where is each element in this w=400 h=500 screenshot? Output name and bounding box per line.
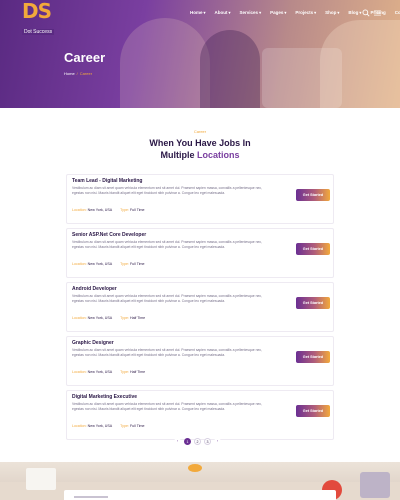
search-icon[interactable] bbox=[362, 9, 370, 17]
nav-item-label: Pages bbox=[270, 10, 284, 15]
pagination-page-1[interactable]: 1 bbox=[184, 438, 191, 445]
get-started-button[interactable]: Get Started bbox=[296, 297, 330, 309]
location-label: Location: bbox=[72, 208, 87, 212]
location-label: Location: bbox=[72, 316, 87, 320]
chevron-down-icon: ▾ bbox=[203, 10, 206, 15]
nav-item-label: Contact bbox=[394, 10, 400, 15]
footer-image-band bbox=[0, 462, 400, 500]
section-heading: When You Have Jobs In Multiple Locations bbox=[0, 137, 400, 161]
nav-item-label: Home bbox=[190, 10, 203, 15]
nav-item-label: Services bbox=[239, 10, 259, 15]
job-type: Half Time bbox=[129, 316, 146, 320]
job-card: Team Lead - Digital Marketing Vestibulum … bbox=[66, 174, 334, 224]
site-logo[interactable]: DS Dot Success bbox=[22, 0, 60, 35]
nav-item-label: Shop bbox=[325, 10, 337, 15]
nav-item-label: Projects bbox=[295, 10, 314, 15]
job-card: Senior ASP.Net Core Developer Vestibulum … bbox=[66, 228, 334, 278]
pagination-page-2[interactable]: 2 bbox=[194, 438, 201, 445]
job-title[interactable]: Senior ASP.Net Core Developer bbox=[72, 232, 146, 238]
hero-photo-person bbox=[120, 18, 210, 108]
job-meta: Location: New York, USA Type: Half Time bbox=[72, 370, 145, 374]
job-card: Graphic Designer Vestibulum ac diam sit a… bbox=[66, 336, 334, 386]
job-location: New York, USA bbox=[87, 424, 113, 428]
section-heading-accent: Locations bbox=[196, 150, 240, 160]
get-started-button[interactable]: Get Started bbox=[296, 405, 330, 417]
pagination-prev-icon[interactable]: ‹ bbox=[174, 438, 181, 445]
nav-item-contact[interactable]: Contact bbox=[395, 10, 400, 15]
job-location: New York, USA bbox=[87, 316, 113, 320]
pagination: ‹ 1 2 3 › bbox=[174, 438, 221, 445]
logo-tagline: Dot Success bbox=[22, 29, 55, 35]
nav-item-shop[interactable]: Shop▾ bbox=[325, 10, 339, 15]
job-title[interactable]: Digital Marketing Executive bbox=[72, 394, 137, 400]
get-started-button[interactable]: Get Started bbox=[296, 189, 330, 201]
get-started-button[interactable]: Get Started bbox=[296, 351, 330, 363]
get-started-button[interactable]: Get Started bbox=[296, 243, 330, 255]
job-title[interactable]: Graphic Designer bbox=[72, 340, 114, 346]
pagination-page-3[interactable]: 3 bbox=[204, 438, 211, 445]
job-type: Full Time bbox=[129, 208, 145, 212]
job-meta: Location: New York, USA Type: Full Time bbox=[72, 424, 145, 428]
job-description: Vestibulum ac diam sit amet quam vehicul… bbox=[72, 348, 262, 357]
hamburger-menu-icon[interactable] bbox=[374, 10, 381, 16]
job-type: Full Time bbox=[129, 424, 145, 428]
decor-item bbox=[188, 464, 202, 472]
page-title: Career bbox=[64, 50, 106, 65]
decor-item bbox=[360, 472, 390, 498]
job-card: Digital Marketing Executive Vestibulum ac… bbox=[66, 390, 334, 440]
job-title[interactable]: Android Developer bbox=[72, 286, 117, 292]
section-heading-line1: When You Have Jobs In bbox=[149, 138, 251, 148]
nav-item-pages[interactable]: Pages▾ bbox=[270, 10, 286, 15]
nav-item-about[interactable]: About▾ bbox=[215, 10, 231, 15]
hero-photo-person bbox=[320, 20, 400, 108]
contact-card bbox=[64, 490, 336, 500]
type-label: Type: bbox=[120, 262, 129, 266]
nav-item-label: About bbox=[214, 10, 228, 15]
card-text-line bbox=[74, 496, 108, 498]
page-hero: DS Dot Success Home▾ About▾ Services▾ Pages… bbox=[0, 0, 400, 108]
job-meta: Location: New York, USA Type: Full Time bbox=[72, 262, 145, 266]
nav-item-home[interactable]: Home▾ bbox=[190, 10, 206, 15]
chevron-down-icon: ▾ bbox=[228, 10, 231, 15]
section-eyebrow: Career bbox=[193, 129, 207, 134]
job-type: Full Time bbox=[129, 262, 145, 266]
job-card: Android Developer Vestibulum ac diam sit … bbox=[66, 282, 334, 332]
type-label: Type: bbox=[120, 424, 129, 428]
job-title[interactable]: Team Lead - Digital Marketing bbox=[72, 178, 142, 184]
job-description: Vestibulum ac diam sit amet quam vehicul… bbox=[72, 294, 262, 303]
chevron-down-icon: ▾ bbox=[337, 10, 340, 15]
nav-item-blog[interactable]: Blog▾ bbox=[348, 10, 361, 15]
breadcrumb-separator: / bbox=[76, 71, 78, 76]
location-label: Location: bbox=[72, 424, 87, 428]
type-label: Type: bbox=[120, 370, 129, 374]
pagination-next-icon[interactable]: › bbox=[214, 438, 221, 445]
type-label: Type: bbox=[120, 316, 129, 320]
location-label: Location: bbox=[72, 370, 87, 374]
nav-item-label: Blog bbox=[348, 10, 359, 15]
breadcrumb-current: Career bbox=[79, 71, 93, 76]
breadcrumb: Home / Career bbox=[64, 71, 92, 76]
job-location: New York, USA bbox=[87, 208, 113, 212]
type-label: Type: bbox=[120, 208, 129, 212]
job-meta: Location: New York, USA Type: Half Time bbox=[72, 316, 145, 320]
job-type: Half Time bbox=[129, 370, 146, 374]
job-description: Vestibulum ac diam sit amet quam vehicul… bbox=[72, 186, 262, 195]
breadcrumb-home-link[interactable]: Home bbox=[64, 71, 75, 76]
job-description: Vestibulum ac diam sit amet quam vehicul… bbox=[72, 240, 262, 249]
chevron-down-icon: ▾ bbox=[259, 10, 262, 15]
job-location: New York, USA bbox=[87, 370, 113, 374]
job-location: New York, USA bbox=[87, 262, 113, 266]
job-meta: Location: New York, USA Type: Full Time bbox=[72, 208, 145, 212]
hero-photo-person bbox=[200, 30, 260, 108]
nav-item-projects[interactable]: Projects▾ bbox=[295, 10, 316, 15]
section-heading-line2: Multiple bbox=[160, 150, 197, 160]
logo-mark: DS bbox=[22, 0, 52, 23]
chevron-down-icon: ▾ bbox=[284, 10, 287, 15]
chevron-down-icon: ▾ bbox=[314, 10, 317, 15]
nav-item-services[interactable]: Services▾ bbox=[240, 10, 262, 15]
job-description: Vestibulum ac diam sit amet quam vehicul… bbox=[72, 402, 262, 411]
location-label: Location: bbox=[72, 262, 87, 266]
laptop-image bbox=[26, 468, 56, 490]
